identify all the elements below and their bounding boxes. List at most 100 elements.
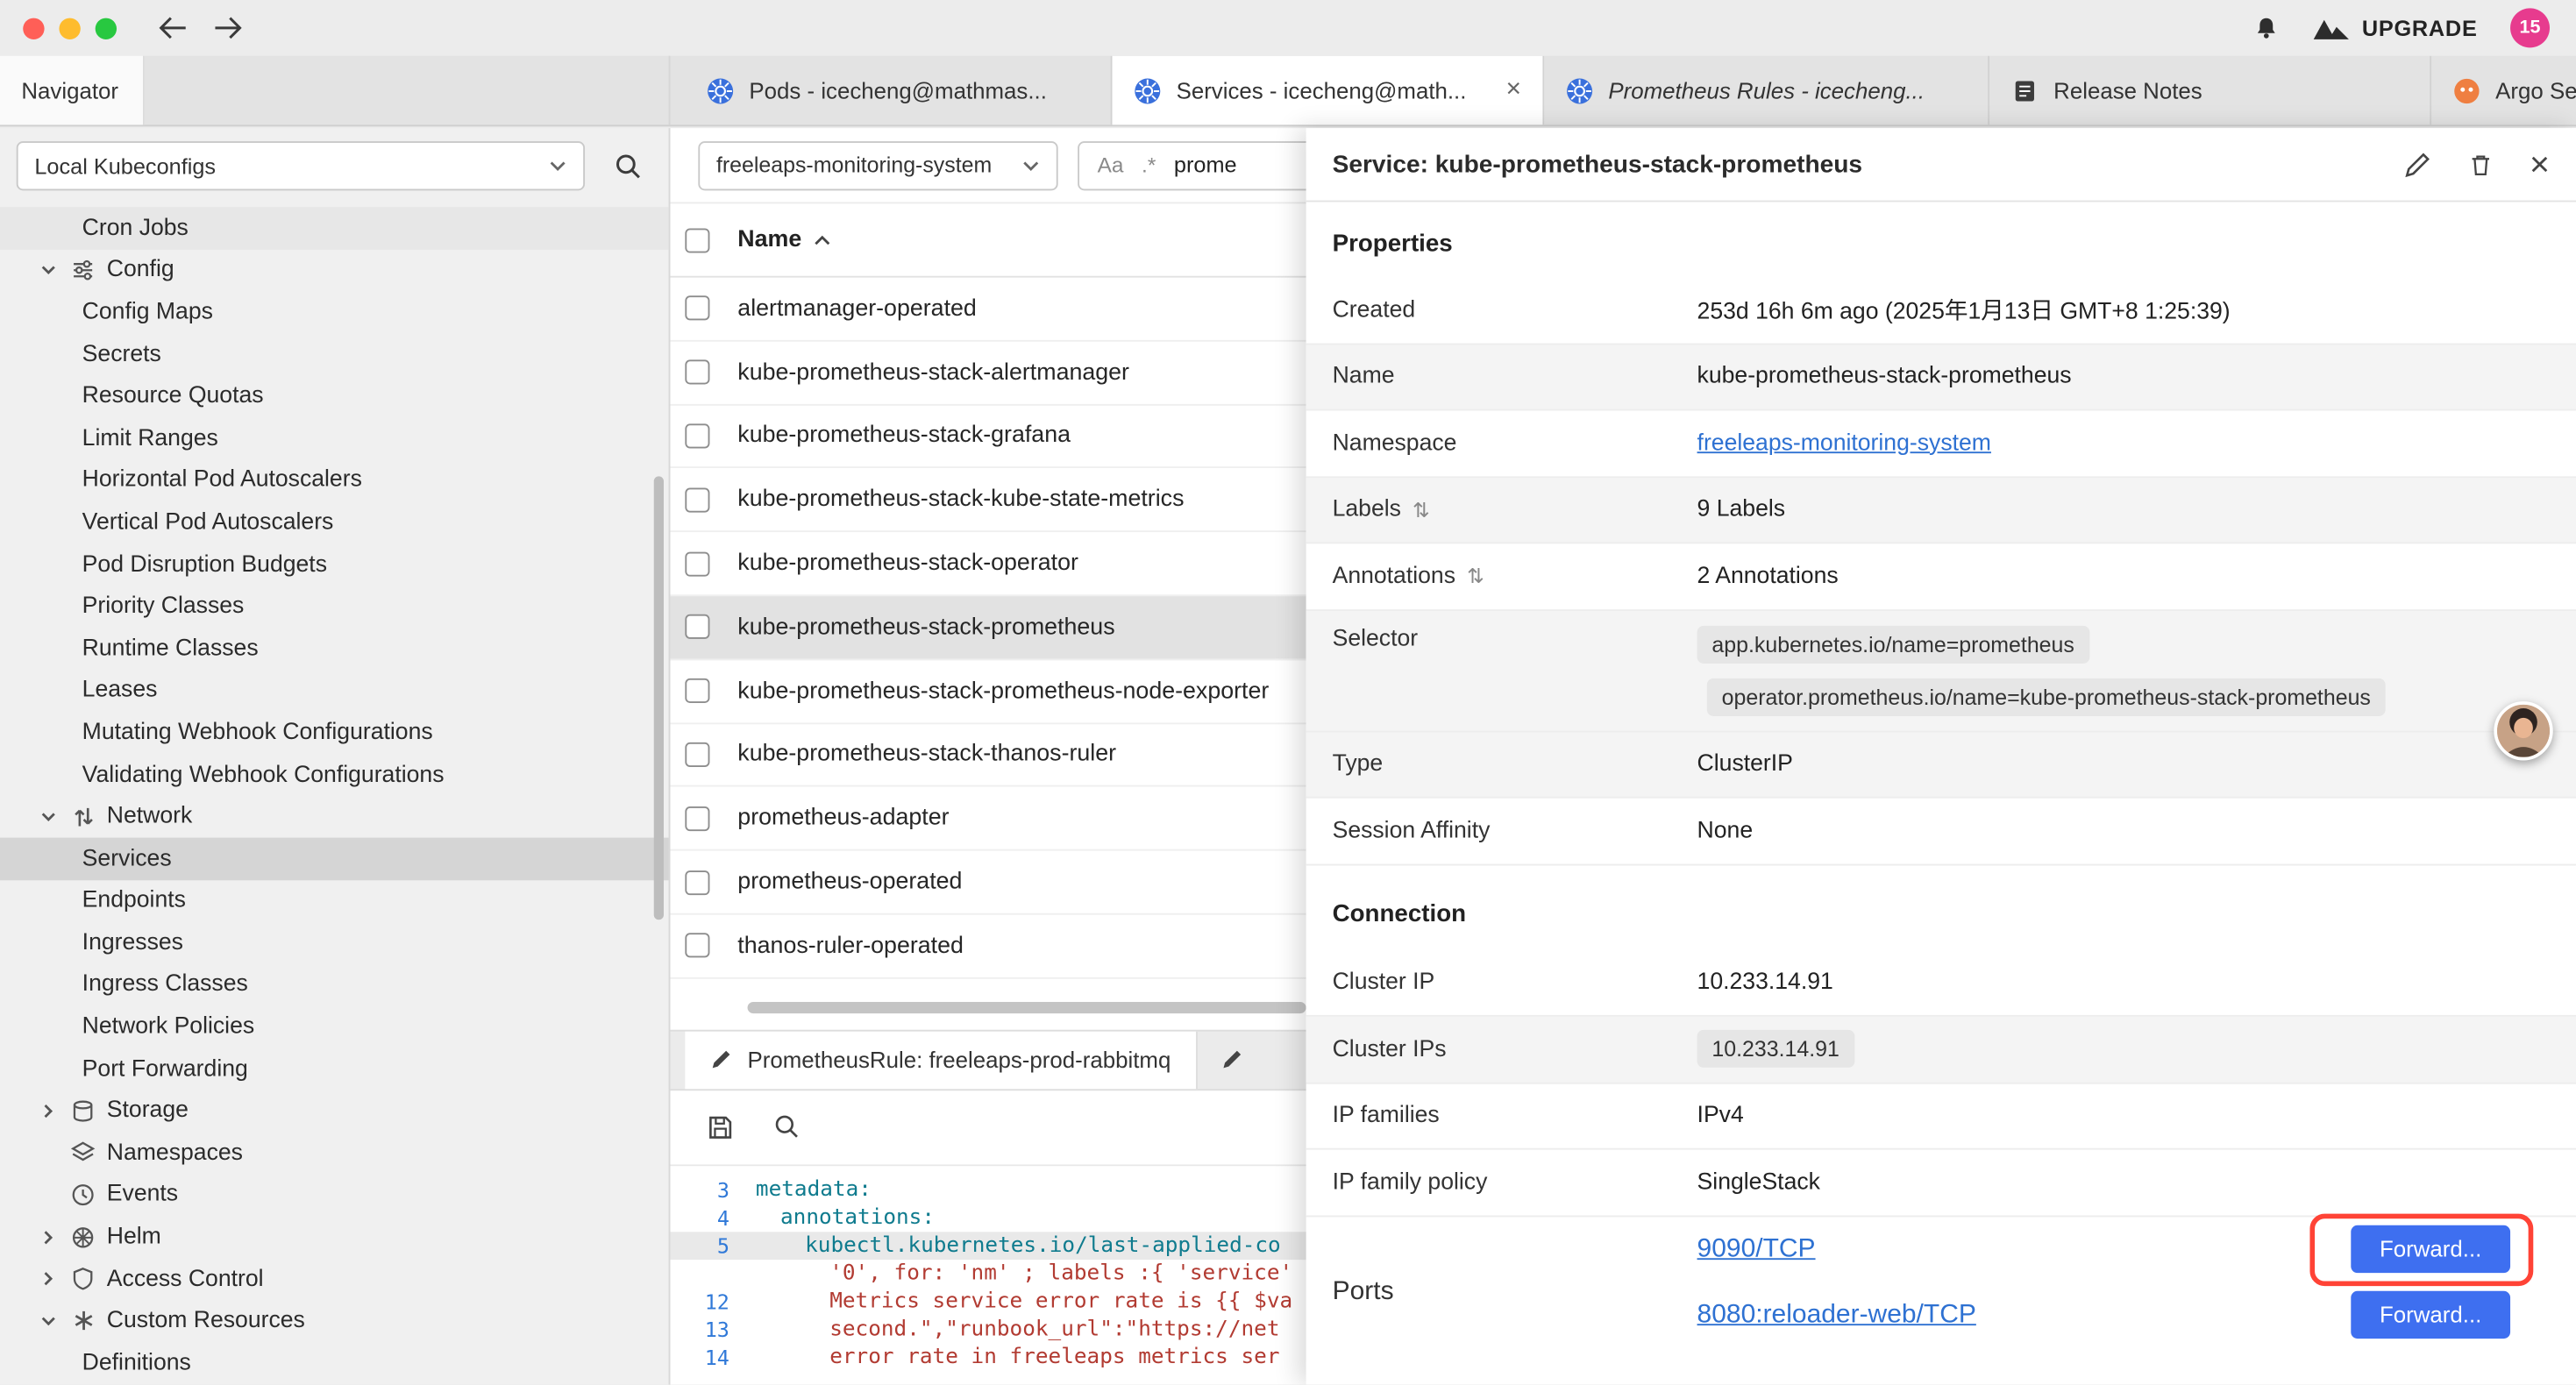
sidebar-item[interactable]: Storage xyxy=(0,1090,669,1132)
name-column-header[interactable]: Name xyxy=(737,227,831,253)
sidebar-item[interactable]: Network Policies xyxy=(0,1005,669,1048)
sidebar-item[interactable]: Config Maps xyxy=(0,291,669,333)
namespace-link[interactable]: freeleaps-monitoring-system xyxy=(1697,430,1991,456)
regex-toggle[interactable]: .* xyxy=(1142,153,1156,177)
sidebar-item[interactable]: Horizontal Pod Autoscalers xyxy=(0,459,669,501)
sidebar-item[interactable]: Access Control xyxy=(0,1258,669,1300)
tab-label: Prometheus Rules - icecheng... xyxy=(1608,78,1925,103)
row-checkbox[interactable] xyxy=(685,360,709,385)
save-icon[interactable] xyxy=(707,1113,735,1141)
expand-labels-icon[interactable]: ⇅ xyxy=(1413,497,1430,522)
sidebar-item-label: Secrets xyxy=(82,341,161,367)
sidebar-item[interactable]: Runtime Classes xyxy=(0,628,669,670)
chevron-icon[interactable] xyxy=(36,259,59,281)
sidebar-item[interactable]: Network xyxy=(0,795,669,837)
service-name: kube-prometheus-stack-kube-state-metrics xyxy=(737,487,1184,513)
sidebar-item[interactable]: Custom Resources xyxy=(0,1300,669,1342)
row-checkbox[interactable] xyxy=(685,934,709,958)
chevron-icon[interactable] xyxy=(36,1310,59,1332)
notification-count-badge[interactable]: 15 xyxy=(2510,8,2550,47)
close-window-button[interactable] xyxy=(23,18,44,39)
port-link[interactable]: 9090/TCP xyxy=(1697,1234,1816,1264)
sidebar-item[interactable]: Port Forwarding xyxy=(0,1048,669,1090)
sidebar-item[interactable]: Config xyxy=(0,249,669,291)
sidebar-item[interactable]: Mutating Webhook Configurations xyxy=(0,712,669,754)
forward-button[interactable]: Forward... xyxy=(2351,1225,2510,1273)
sidebar-item[interactable]: Definitions xyxy=(0,1342,669,1384)
scrollbar-thumb[interactable] xyxy=(748,1002,1306,1013)
pencil-icon xyxy=(709,1048,732,1071)
row-checkbox[interactable] xyxy=(685,870,709,894)
annotations-count[interactable]: 2 Annotations xyxy=(1697,563,2550,589)
sidebar-item[interactable]: Services xyxy=(0,837,669,879)
close-icon[interactable]: × xyxy=(2530,147,2550,181)
dock-tab-partial[interactable] xyxy=(1197,1031,1295,1089)
tab-pods[interactable]: Pods - icecheng@mathmas... xyxy=(685,56,1112,125)
tab-services[interactable]: Services - icecheng@math... × xyxy=(1113,56,1545,125)
upgrade-button[interactable]: UPGRADE xyxy=(2313,16,2478,40)
notifications-bell-icon[interactable] xyxy=(2252,14,2280,42)
navigator-sidebar: Local Kubeconfigs xyxy=(0,128,670,1384)
chevron-icon[interactable] xyxy=(36,1099,59,1122)
chevron-icon[interactable] xyxy=(36,1141,59,1164)
sidebar-item[interactable]: Leases xyxy=(0,670,669,712)
search-icon[interactable] xyxy=(615,152,643,180)
sidebar-item[interactable]: Ingress Classes xyxy=(0,963,669,1005)
row-checkbox[interactable] xyxy=(685,806,709,831)
sidebar-item-label: Limit Ranges xyxy=(82,425,218,451)
search-query[interactable]: prome xyxy=(1174,153,1237,177)
sidebar-item[interactable]: Namespaces xyxy=(0,1132,669,1174)
expand-annotations-icon[interactable]: ⇅ xyxy=(1467,564,1484,588)
sidebar-item[interactable]: Helm xyxy=(0,1216,669,1258)
sidebar-item[interactable]: Secrets xyxy=(0,333,669,375)
back-icon[interactable] xyxy=(158,17,188,39)
chevron-icon[interactable] xyxy=(36,1183,59,1206)
row-ports: Ports 9090/TCP Forward... 8080:reloader-… xyxy=(1306,1216,2576,1347)
chevron-icon[interactable] xyxy=(36,1225,59,1248)
line-number: 13 xyxy=(670,1317,755,1341)
sidebar-item[interactable]: Endpoints xyxy=(0,879,669,921)
row-checkbox[interactable] xyxy=(685,614,709,639)
navigator-header-tab[interactable]: Navigator xyxy=(0,56,145,125)
sidebar-item[interactable]: Resource Quotas xyxy=(0,375,669,417)
forward-button[interactable]: Forward... xyxy=(2351,1291,2510,1339)
sidebar-item[interactable]: Cron Jobs xyxy=(0,207,669,249)
dock-tab-prometheusrule[interactable]: PrometheusRule: freeleaps-prod-rabbitmq xyxy=(685,1031,1197,1089)
tab-argo[interactable]: Argo Se xyxy=(2431,56,2576,125)
sidebar-item[interactable]: Validating Webhook Configurations xyxy=(0,754,669,796)
sidebar-scrollbar[interactable] xyxy=(654,476,664,920)
edit-pencil-icon[interactable] xyxy=(2403,150,2431,178)
search-icon[interactable] xyxy=(774,1114,801,1140)
row-checkbox[interactable] xyxy=(685,487,709,512)
maximize-window-button[interactable] xyxy=(96,18,117,39)
tab-release-notes[interactable]: Release Notes xyxy=(1989,56,2431,125)
row-checkbox[interactable] xyxy=(685,678,709,703)
labels-count[interactable]: 9 Labels xyxy=(1697,496,2550,522)
chevron-icon[interactable] xyxy=(36,805,59,827)
namespace-filter-dropdown[interactable]: freeleaps-monitoring-system xyxy=(698,140,1057,189)
forward-icon[interactable] xyxy=(214,17,244,39)
minimize-window-button[interactable] xyxy=(59,18,80,39)
match-case-toggle[interactable]: Aa xyxy=(1098,153,1124,177)
sidebar-item[interactable]: Vertical Pod Autoscalers xyxy=(0,501,669,543)
drawer-header: Service: kube-prometheus-stack-prometheu… xyxy=(1306,128,2576,202)
sidebar-item[interactable]: Limit Ranges xyxy=(0,417,669,459)
sidebar-item[interactable]: Priority Classes xyxy=(0,586,669,628)
row-checkbox[interactable] xyxy=(685,296,709,321)
port-link[interactable]: 8080:reloader-web/TCP xyxy=(1697,1300,1976,1330)
chevron-icon[interactable] xyxy=(36,1268,59,1290)
close-tab-icon[interactable]: × xyxy=(1506,75,1522,105)
row-checkbox[interactable] xyxy=(685,423,709,448)
row-checkbox[interactable] xyxy=(685,742,709,767)
sidebar-item-label: Storage xyxy=(107,1097,189,1124)
row-checkbox[interactable] xyxy=(685,551,709,576)
delete-trash-icon[interactable] xyxy=(2467,150,2494,178)
sidebar-item[interactable]: Pod Disruption Budgets xyxy=(0,543,669,586)
select-all-checkbox[interactable] xyxy=(685,228,709,252)
presenter-avatar[interactable] xyxy=(2494,701,2552,760)
sidebar-item[interactable]: Events xyxy=(0,1174,669,1216)
sidebar-item[interactable]: Ingresses xyxy=(0,921,669,963)
service-name: alertmanager-operated xyxy=(737,295,977,322)
tab-prometheus-rules[interactable]: Prometheus Rules - icecheng... xyxy=(1544,56,1989,125)
kubeconfig-selector[interactable]: Local Kubeconfigs xyxy=(17,141,585,190)
